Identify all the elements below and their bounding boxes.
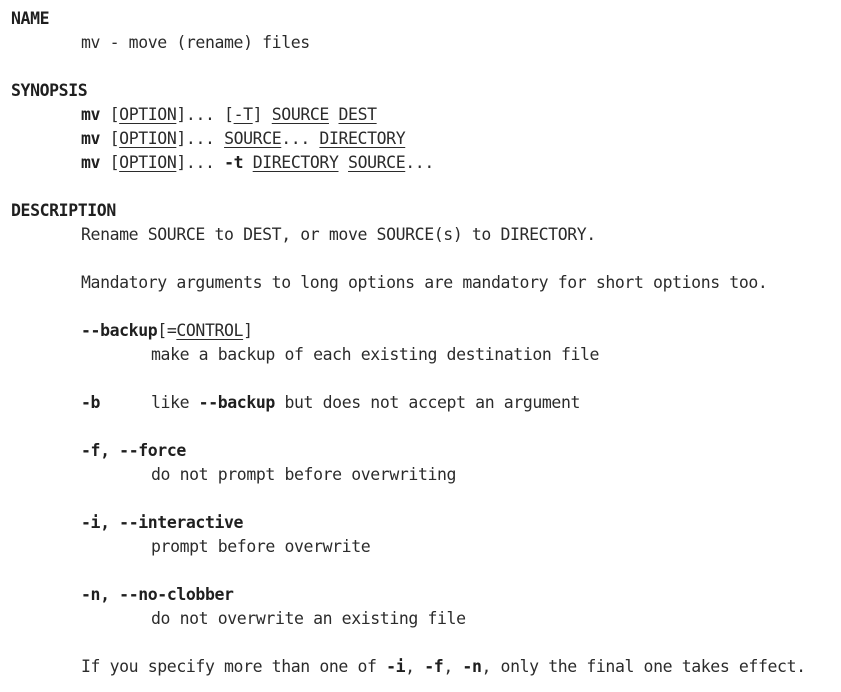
section-heading-synopsis: SYNOPSIS xyxy=(11,81,88,100)
final-sep: , xyxy=(443,657,463,676)
final-flag-i: -i xyxy=(386,657,406,676)
section-heading-name: NAME xyxy=(11,9,50,28)
final-flag-f: -f xyxy=(424,657,444,676)
option-interactive-flag: -i, --interactive xyxy=(81,511,244,535)
option-arg-open: [= xyxy=(157,321,177,340)
option-flag-short: -n xyxy=(81,585,101,604)
section-heading-description: DESCRIPTION xyxy=(11,201,116,220)
option-flag-sep: , xyxy=(100,585,120,604)
synopsis-line-1: mv [OPTION]... [-T] SOURCE DEST xyxy=(81,105,378,124)
final-text: If you specify more than one of xyxy=(81,657,387,676)
synopsis-command: mv xyxy=(81,129,101,148)
option-interactive-desc: prompt before overwrite xyxy=(151,537,371,556)
synopsis-ellipsis: ... xyxy=(185,153,215,172)
synopsis-line-2: mv [OPTION]... SOURCE... DIRECTORY xyxy=(81,129,406,148)
option-arg: CONTROL xyxy=(176,321,244,340)
synopsis-ellipsis: ... xyxy=(185,129,215,148)
option-flag-long: --no-clobber xyxy=(119,585,234,604)
synopsis-directory: DIRECTORY xyxy=(252,153,339,172)
option-backup-flag: --backup[=CONTROL] xyxy=(81,319,253,343)
synopsis-source-ellipsis: ... xyxy=(281,129,310,148)
option-flag-sep: , xyxy=(100,513,120,532)
synopsis-t-flag: -t xyxy=(224,153,244,172)
synopsis-directory: DIRECTORY xyxy=(319,129,406,148)
synopsis-t-flag: -T xyxy=(233,105,253,124)
synopsis-ellipsis: ... xyxy=(185,105,215,124)
option-flag-long: --force xyxy=(119,441,186,460)
man-page: NAME mv - move (rename) files SYNOPSIS m… xyxy=(0,0,841,692)
option-desc-flag: --backup xyxy=(198,393,276,412)
description-final-note: If you specify more than one of -i, -f , … xyxy=(81,655,806,679)
synopsis-option: OPTION xyxy=(119,129,177,148)
final-text: , only the final one takes effect. xyxy=(481,657,806,676)
option-flag-long: --interactive xyxy=(119,513,244,532)
synopsis-source: SOURCE xyxy=(271,105,330,124)
option-force-desc: do not prompt before overwriting xyxy=(151,465,457,484)
synopsis-command: mv xyxy=(81,105,101,124)
option-no-clobber-flag: -n, --no-clobber xyxy=(81,583,234,607)
option-desc-text: but does not accept an argument xyxy=(274,393,581,412)
option-b-flag: -b xyxy=(81,393,101,412)
option-flag-sep: , xyxy=(100,441,120,460)
name-text: mv - move (rename) files xyxy=(81,33,310,52)
option-b-desc: like --backup but does not accept an arg… xyxy=(151,391,580,415)
final-sep: , xyxy=(405,657,425,676)
option-flag: --backup xyxy=(81,321,158,340)
synopsis-command: mv xyxy=(81,153,101,172)
option-flag-short: -f xyxy=(81,441,101,460)
option-arg-close: ] xyxy=(243,321,253,340)
synopsis-option: OPTION xyxy=(119,105,177,124)
option-backup-desc: make a backup of each existing destinati… xyxy=(151,345,600,364)
synopsis-source: SOURCE xyxy=(224,129,282,148)
synopsis-source-ellipsis: ... xyxy=(405,153,434,172)
option-flag-short: -i xyxy=(81,513,101,532)
option-force-flag: -f, --force xyxy=(81,439,186,463)
synopsis-dest: DEST xyxy=(338,105,378,124)
description-mandatory: Mandatory arguments to long options are … xyxy=(81,273,768,292)
option-desc-text: like xyxy=(151,393,199,412)
final-flag-n: -n xyxy=(462,657,482,676)
option-no-clobber-desc: do not overwrite an existing file xyxy=(151,609,466,628)
description-intro: Rename SOURCE to DEST, or move SOURCE(s)… xyxy=(81,225,596,244)
synopsis-source: SOURCE xyxy=(348,153,406,172)
synopsis-option: OPTION xyxy=(119,153,177,172)
synopsis-line-3: mv [OPTION]... -t DIRECTORY SOURCE... xyxy=(81,153,434,172)
